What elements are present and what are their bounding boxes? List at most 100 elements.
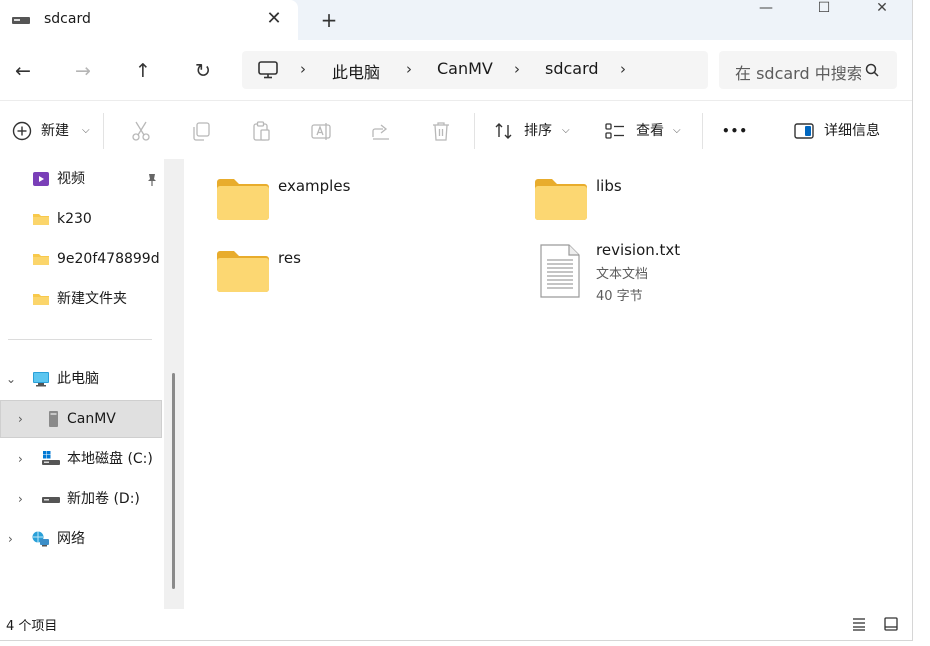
sort-label: 排序 xyxy=(524,123,552,139)
chevron-right-icon[interactable]: › xyxy=(18,440,23,478)
chevron-right-icon[interactable]: › xyxy=(18,401,23,437)
pin-icon[interactable] xyxy=(146,173,158,187)
video-folder-icon xyxy=(33,172,49,186)
folder-icon xyxy=(535,179,587,220)
folder-icon xyxy=(33,294,49,305)
folder-item-libs[interactable]: libs xyxy=(534,177,784,233)
copy-icon[interactable] xyxy=(190,120,212,142)
this-pc-icon xyxy=(33,372,49,387)
sidebar-item-local-disk-c[interactable]: › 本地磁盘 (C:) xyxy=(0,440,162,478)
folder-icon xyxy=(33,254,49,265)
sidebar-item-videos[interactable]: 视频 xyxy=(0,160,162,198)
chevron-down-icon: ⌵ xyxy=(562,125,570,136)
back-button[interactable]: ← xyxy=(10,58,36,84)
breadcrumb-separator[interactable]: › xyxy=(406,60,412,78)
minimize-button[interactable]: — xyxy=(737,0,795,20)
toolbar-divider xyxy=(702,113,703,149)
new-tab-button[interactable]: + xyxy=(318,9,340,31)
sidebar-item-label: 视频 xyxy=(57,171,85,187)
item-kind: 文本文档 xyxy=(596,267,649,282)
sidebar-item-label: 网络 xyxy=(57,531,85,547)
item-name: libs xyxy=(596,177,622,195)
sidebar-divider xyxy=(8,339,152,340)
sidebar-scrollbar[interactable] xyxy=(172,373,175,589)
tab-sdcard[interactable]: sdcard ✕ xyxy=(0,0,298,40)
rename-icon[interactable] xyxy=(310,120,332,142)
chevron-right-icon[interactable]: › xyxy=(18,480,23,518)
tab-title: sdcard xyxy=(44,11,91,27)
item-name: examples xyxy=(278,177,351,195)
view-icon xyxy=(605,123,624,139)
delete-icon[interactable] xyxy=(430,120,452,142)
search-box[interactable]: 在 sdcard 中搜索 xyxy=(719,51,897,89)
command-bar: 新建 ⌵ 排序 ⌵ 查看 ⌵ ••• 详细信息 xyxy=(0,100,912,160)
breadcrumb-separator[interactable]: › xyxy=(514,60,520,78)
chevron-right-icon[interactable]: › xyxy=(8,520,13,558)
breadcrumb-separator[interactable]: › xyxy=(300,60,306,78)
desktop-background xyxy=(913,0,930,646)
sidebar-item-canmv[interactable]: › CanMV xyxy=(0,400,162,438)
sidebar-item-new-folder[interactable]: 新建文件夹 xyxy=(0,280,162,318)
more-options-button[interactable]: ••• xyxy=(722,119,748,143)
network-icon xyxy=(32,531,49,547)
chevron-down-icon[interactable]: ⌄ xyxy=(6,360,16,398)
title-bar: sdcard ✕ + — ☐ ✕ xyxy=(0,0,912,40)
sidebar-item-label: 9e20f478899d xyxy=(57,251,160,267)
share-icon[interactable] xyxy=(370,120,392,142)
breadcrumb-this-pc[interactable]: 此电脑 xyxy=(332,59,380,83)
sidebar-item-label: CanMV xyxy=(67,411,116,427)
breadcrumb-sdcard[interactable]: sdcard xyxy=(545,59,599,78)
navigation-pane: 视频 k230 9e20f478899d 新建文件夹 ⌄ 此电脑 › CanMV… xyxy=(0,159,164,609)
refresh-button[interactable]: ↻ xyxy=(190,58,216,84)
cut-icon[interactable] xyxy=(130,120,152,142)
details-pane-icon xyxy=(794,123,814,139)
sidebar-item-label: 新建文件夹 xyxy=(57,291,127,307)
tiles-view-icon[interactable] xyxy=(884,617,898,631)
search-input[interactable]: 在 sdcard 中搜索 xyxy=(735,60,861,84)
sidebar-item-network[interactable]: › 网络 xyxy=(0,520,162,558)
address-bar[interactable]: › 此电脑 › CanMV › sdcard › xyxy=(242,51,708,89)
folder-item-examples[interactable]: examples xyxy=(216,177,466,233)
sidebar-item-label: k230 xyxy=(57,211,92,227)
sidebar-item-label: 本地磁盘 (C:) xyxy=(67,451,153,467)
paste-icon[interactable] xyxy=(250,120,272,142)
file-list: examples libs res revision.txt 文本文档 40 字… xyxy=(184,159,912,609)
drive-icon xyxy=(12,17,30,24)
breadcrumb-canmv[interactable]: CanMV xyxy=(437,59,493,78)
tab-close-icon[interactable]: ✕ xyxy=(264,9,284,29)
sidebar-item-9e20f478899d[interactable]: 9e20f478899d xyxy=(0,240,162,278)
drive-icon xyxy=(42,497,60,503)
details-view-icon[interactable] xyxy=(852,617,866,631)
details-label: 详细信息 xyxy=(824,123,880,139)
folder-item-res[interactable]: res xyxy=(216,249,466,305)
item-name: res xyxy=(278,249,301,267)
chevron-down-icon: ⌵ xyxy=(82,125,90,136)
close-window-button[interactable]: ✕ xyxy=(853,0,911,20)
folder-icon xyxy=(33,214,49,225)
sidebar-item-k230[interactable]: k230 xyxy=(0,200,162,238)
windows-drive-icon xyxy=(42,451,60,465)
search-icon[interactable] xyxy=(865,63,879,77)
toolbar-divider xyxy=(103,113,104,149)
plus-circle-icon xyxy=(12,121,32,141)
item-size: 40 字节 xyxy=(596,289,643,304)
explorer-window: sdcard ✕ + — ☐ ✕ ← → ↑ ↻ › 此电脑 › CanMV ›… xyxy=(0,0,913,641)
item-count: 4 个项目 xyxy=(6,619,58,634)
forward-button[interactable]: → xyxy=(70,58,96,84)
sidebar-item-label: 此电脑 xyxy=(57,371,99,387)
up-button[interactable]: ↑ xyxy=(130,58,156,84)
view-label: 查看 xyxy=(636,123,664,139)
folder-icon xyxy=(217,179,269,220)
sidebar-item-label: 新加卷 (D:) xyxy=(67,491,140,507)
sidebar-item-new-volume-d[interactable]: › 新加卷 (D:) xyxy=(0,480,162,518)
sidebar-item-this-pc[interactable]: ⌄ 此电脑 xyxy=(0,360,162,398)
chevron-down-icon: ⌵ xyxy=(673,125,681,136)
this-pc-icon[interactable] xyxy=(258,61,278,79)
folder-icon xyxy=(217,251,269,292)
sort-icon xyxy=(495,123,512,139)
file-item-revision-txt[interactable]: revision.txt 文本文档 40 字节 xyxy=(534,241,784,305)
maximize-button[interactable]: ☐ xyxy=(795,0,853,20)
text-file-icon xyxy=(540,244,580,298)
breadcrumb-separator[interactable]: › xyxy=(620,60,626,78)
drive-icon xyxy=(49,411,58,427)
